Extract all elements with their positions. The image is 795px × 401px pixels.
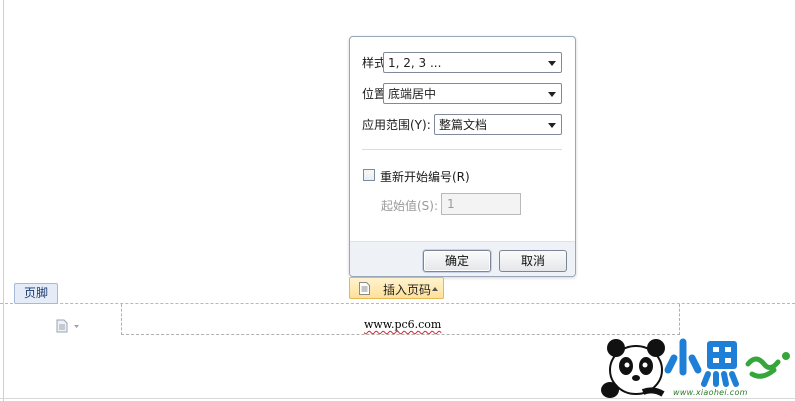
position-select[interactable]: 底端居中 bbox=[383, 83, 562, 104]
chevron-down-icon bbox=[74, 325, 79, 328]
scope-label: 应用范围(Y): bbox=[362, 118, 431, 132]
watermark-url: www.xiaohei.com bbox=[673, 388, 748, 397]
chevron-down-icon bbox=[548, 61, 556, 66]
ok-button[interactable]: 确定 bbox=[423, 250, 491, 272]
footer-text[interactable]: www.pc6.com bbox=[364, 318, 441, 331]
style-select[interactable]: 1, 2, 3 ... bbox=[383, 52, 562, 73]
start-value-input[interactable]: 1 bbox=[441, 193, 521, 215]
cancel-button[interactable]: 取消 bbox=[499, 250, 567, 272]
insert-page-number-button[interactable]: 插入页码 bbox=[349, 277, 444, 299]
style-select-value: 1, 2, 3 ... bbox=[388, 56, 442, 70]
restart-numbering-label[interactable]: 重新开始编号(R) bbox=[380, 168, 470, 185]
chevron-down-icon bbox=[548, 123, 556, 128]
scope-select-value: 整篇文档 bbox=[439, 118, 488, 132]
page-number-dialog: 样式(F): 1, 2, 3 ... 位置(L): 底端居中 应用范围(Y): … bbox=[349, 36, 576, 277]
chevron-down-icon bbox=[548, 92, 556, 97]
scope-row: 应用范围(Y): bbox=[362, 114, 431, 135]
dialog-button-bar: 确定 取消 bbox=[350, 241, 575, 276]
document-icon bbox=[359, 282, 370, 295]
footer-tag[interactable]: 页脚 bbox=[14, 283, 58, 304]
chevron-up-icon bbox=[432, 287, 438, 291]
scope-select[interactable]: 整篇文档 bbox=[434, 114, 562, 135]
restart-numbering-checkbox[interactable] bbox=[363, 169, 375, 181]
position-select-value: 底端居中 bbox=[388, 87, 437, 101]
page-left-border bbox=[3, 0, 4, 401]
start-value-label: 起始值(S): bbox=[381, 199, 439, 213]
footer-options-menu[interactable] bbox=[56, 319, 82, 333]
dialog-divider bbox=[362, 149, 562, 150]
insert-page-number-label: 插入页码 bbox=[383, 283, 432, 297]
document-icon bbox=[56, 319, 79, 333]
